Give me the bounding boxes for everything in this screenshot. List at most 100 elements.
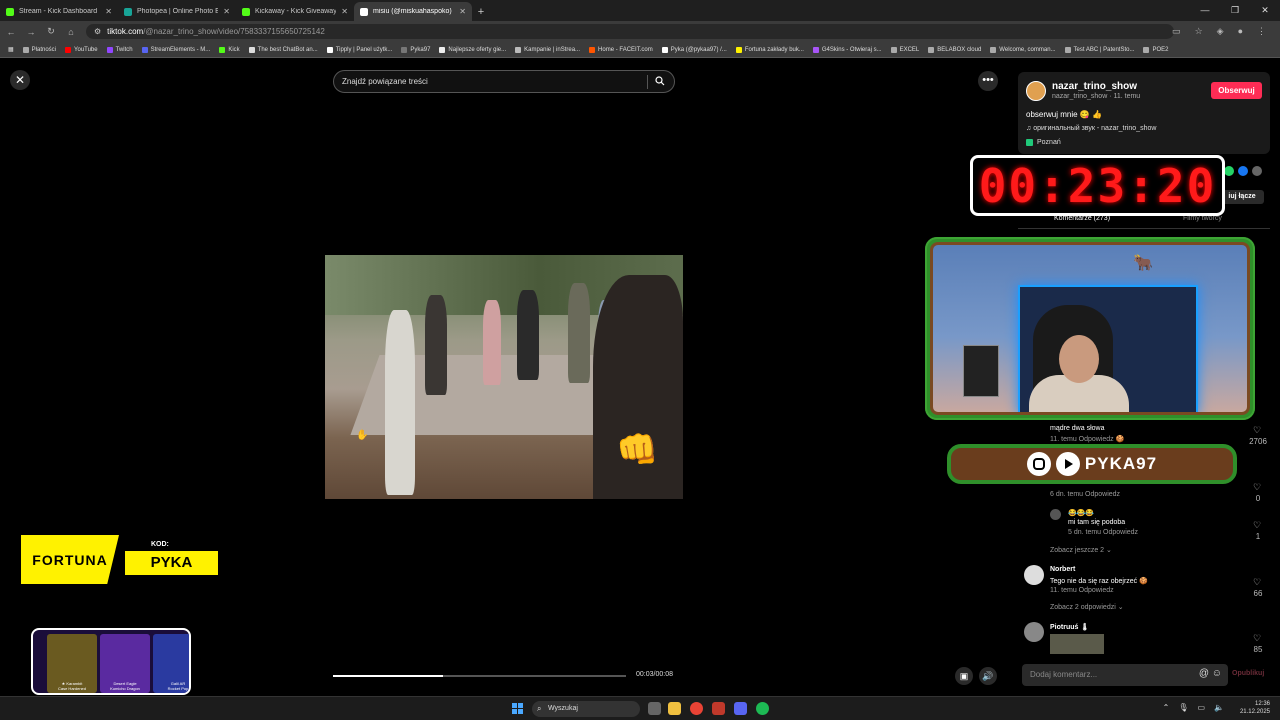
- comment-author[interactable]: Piotruuś 🌡: [1050, 623, 1089, 631]
- site-info-icon[interactable]: ⚙: [94, 27, 101, 36]
- bookmark[interactable]: Home - FACEIT.com: [589, 46, 653, 53]
- bookmark[interactable]: Najlepsze oferty gie...: [439, 46, 506, 53]
- more-options-button[interactable]: •••: [978, 71, 998, 91]
- bookmark[interactable]: Tipply | Panel użytk...: [326, 46, 392, 53]
- chatbot-icon: [248, 46, 255, 53]
- bookmark[interactable]: StreamElements - M...: [141, 46, 210, 53]
- tab-title: Photopea | Online Photo Editor: [137, 8, 219, 15]
- show-replies[interactable]: Zobacz 2 odpowiedzi ⌄: [1050, 603, 1124, 611]
- pip-button[interactable]: ▣: [955, 667, 973, 685]
- maximize-icon[interactable]: ❐: [1220, 0, 1250, 21]
- avatar[interactable]: [1026, 81, 1046, 101]
- related-search-input[interactable]: Znajdź powiązane treści: [333, 70, 675, 93]
- close-icon[interactable]: ✕: [105, 7, 112, 16]
- home-icon[interactable]: ⌂: [66, 27, 76, 37]
- task-view-icon[interactable]: [648, 702, 661, 715]
- bookmark[interactable]: G4Skins - Otwieraj s...: [812, 46, 882, 53]
- star-icon[interactable]: ☆: [1195, 26, 1203, 37]
- bookmark[interactable]: Welcome, comman...: [990, 46, 1056, 53]
- extensions-icon[interactable]: ◈: [1217, 26, 1224, 37]
- avatar[interactable]: [1050, 509, 1061, 520]
- reply-meta[interactable]: 5 dn. temu Odpowiedz: [1068, 529, 1138, 536]
- bookmark[interactable]: Kick: [219, 46, 240, 53]
- url-field[interactable]: ⚙ tiktok.com/@nazar_trino_show/video/758…: [86, 24, 1174, 39]
- close-video-button[interactable]: ✕: [10, 70, 30, 90]
- bookmark[interactable]: POE2: [1143, 46, 1169, 53]
- follow-button[interactable]: Obserwuj: [1211, 82, 1262, 99]
- tab-tiktok[interactable]: misiu (@miskuahaspoko) | T ✕: [354, 2, 472, 21]
- like-icon[interactable]: ♡: [1250, 633, 1264, 644]
- facebook-icon[interactable]: [1238, 166, 1248, 176]
- tab-kick-dashboard[interactable]: Stream - Kick Dashboard ✕: [0, 2, 118, 21]
- monitor-icon[interactable]: ▭: [1197, 703, 1205, 712]
- comment-meta[interactable]: 6 dn. temu Odpowiedz: [1050, 491, 1120, 498]
- chrome-icon[interactable]: [690, 702, 703, 715]
- close-icon[interactable]: ✕: [459, 7, 466, 16]
- bookmark[interactable]: Pyka (@pykaa97) /...: [661, 46, 727, 53]
- tab-creator-videos[interactable]: Filmy twórcy: [1183, 215, 1222, 222]
- back-icon[interactable]: ←: [6, 27, 16, 37]
- minimize-icon[interactable]: —: [1190, 0, 1220, 21]
- tab-photopea[interactable]: Photopea | Online Photo Editor ✕: [118, 2, 236, 21]
- window-close-icon[interactable]: ✕: [1250, 0, 1280, 21]
- emoji-icon[interactable]: @ ☺: [1199, 668, 1222, 679]
- copy-link-button[interactable]: iuj łącze: [1220, 190, 1264, 204]
- stream-timer: 00:23:20: [970, 155, 1225, 216]
- tab-kickaway[interactable]: Kickaway - Kick Giveaway Tool ✕: [236, 2, 354, 21]
- profile-icon[interactable]: ●: [1238, 26, 1243, 37]
- bookmark[interactable]: Kampanie | inStrea...: [515, 46, 580, 53]
- bookmark[interactable]: The best ChatBot an...: [248, 46, 318, 53]
- clock[interactable]: 12:36 21.12.2025: [1240, 700, 1270, 716]
- bookmark[interactable]: BELABOX cloud: [928, 46, 981, 53]
- volume-icon[interactable]: 🔈: [1214, 703, 1224, 712]
- whatsapp-icon[interactable]: [1224, 166, 1234, 176]
- tab-comments[interactable]: Komentarze (273): [1054, 215, 1110, 222]
- like-icon[interactable]: ♡: [1250, 520, 1264, 531]
- volume-button[interactable]: 🔊: [979, 667, 997, 685]
- new-tab-button[interactable]: +: [472, 2, 490, 21]
- windows-start-icon[interactable]: [512, 703, 523, 714]
- bookmark[interactable]: Twitch: [106, 46, 133, 53]
- tab-title: Stream - Kick Dashboard: [19, 8, 98, 15]
- comment-input[interactable]: Dodaj komentarz... @ ☺: [1022, 664, 1228, 686]
- bookmark[interactable]: Płatności: [22, 46, 56, 53]
- taskbar-search[interactable]: ⌕ Wyszukaj: [532, 701, 640, 717]
- location-link[interactable]: Poznań: [1026, 139, 1061, 146]
- apps-icon[interactable]: ▦: [8, 46, 14, 53]
- bookmark[interactable]: EXCEL: [890, 46, 919, 53]
- chevron-up-icon[interactable]: ⌃: [1163, 703, 1170, 712]
- bookmark[interactable]: Test ABC | PatentSto...: [1064, 46, 1134, 53]
- comment-author[interactable]: Norbert: [1050, 566, 1075, 573]
- reload-icon[interactable]: ↻: [46, 26, 56, 37]
- cast-icon[interactable]: ▭: [1172, 26, 1181, 37]
- discord-icon[interactable]: [734, 702, 747, 715]
- avatar[interactable]: [1024, 565, 1044, 585]
- avatar[interactable]: [1024, 622, 1044, 642]
- close-icon[interactable]: ✕: [341, 7, 348, 16]
- bookmark[interactable]: YouTube: [65, 46, 98, 53]
- video-progress-bar[interactable]: [333, 675, 626, 677]
- forward-icon[interactable]: →: [26, 27, 36, 37]
- sound-link[interactable]: ♫ оригинальный звук - nazar_trino_show: [1026, 125, 1156, 132]
- menu-icon[interactable]: ⋮: [1257, 26, 1266, 37]
- file-explorer-icon[interactable]: [668, 702, 681, 715]
- bookmark[interactable]: Pyka97: [401, 46, 430, 53]
- close-icon[interactable]: ✕: [223, 7, 230, 16]
- comment-meta[interactable]: 11. temu Odpowiedz 🍪: [1050, 435, 1124, 443]
- mic-icon[interactable]: 🎙: [1178, 703, 1188, 712]
- bookmark[interactable]: Fortuna zakłady buk...: [735, 46, 804, 53]
- video-person: [425, 295, 447, 395]
- like-icon[interactable]: ♡: [1250, 482, 1264, 493]
- app-icon[interactable]: [712, 702, 725, 715]
- like-icon[interactable]: ♡: [1250, 577, 1264, 588]
- faceit-icon: [589, 46, 596, 53]
- post-comment-button[interactable]: Opublikuj: [1232, 670, 1264, 677]
- author-name[interactable]: nazar_trino_show: [1052, 81, 1137, 92]
- like-icon[interactable]: ♡: [1250, 425, 1264, 436]
- comment-meta[interactable]: 11. temu Odpowiedz: [1050, 587, 1114, 594]
- share-arrow-icon[interactable]: [1252, 166, 1262, 176]
- show-more-replies[interactable]: Zobacz jeszcze 2 ⌄: [1050, 546, 1112, 554]
- comment-image[interactable]: [1050, 634, 1104, 654]
- search-icon[interactable]: [655, 76, 665, 86]
- spotify-icon[interactable]: [756, 702, 769, 715]
